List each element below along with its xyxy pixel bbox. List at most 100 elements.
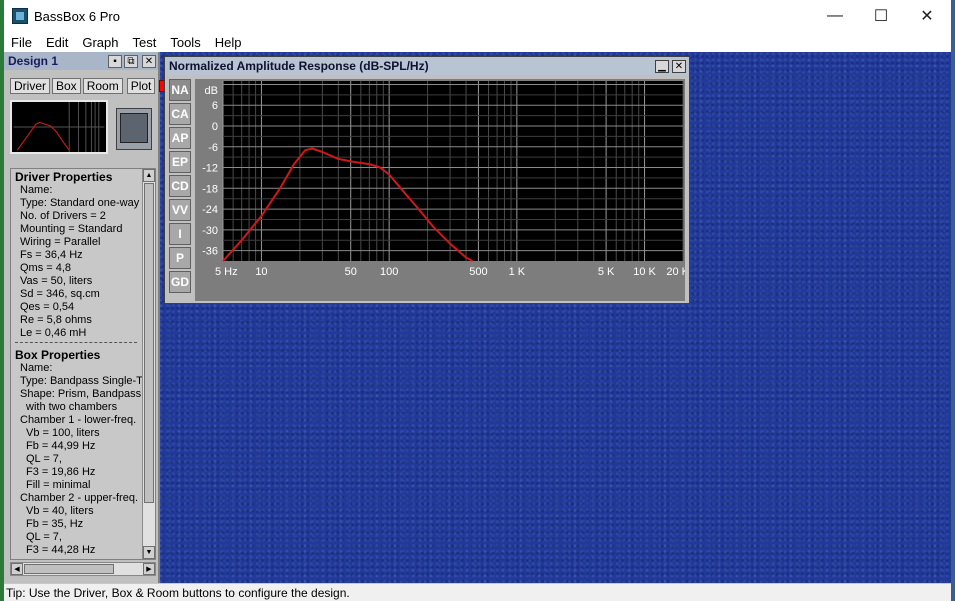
driver-properties-heading: Driver Properties [15,171,113,184]
window-title: BassBox 6 Pro [34,8,120,24]
x-tick-label: 50 [345,266,357,278]
properties-vertical-scrollbar[interactable]: ▲ ▼ [142,169,155,559]
workspace: Design 1 ▪ ⧉ ✕ Driver Box Room Plot Driv… [4,52,951,583]
menu-tools[interactable]: Tools [163,35,207,50]
graph-tab-ap[interactable]: AP [169,127,191,149]
box-property-line: Type: Bandpass Single-Tu [20,375,143,387]
x-tick-label: 5 Hz [215,266,238,278]
menu-bar: File Edit Graph Test Tools Help [4,32,951,52]
graph-tab-gd[interactable]: GD [169,271,191,293]
properties-horizontal-scrollbar[interactable]: ◀ ▶ [10,562,156,576]
x-tick-label: 10 K [633,266,656,278]
scroll-right-arrow-icon[interactable]: ▶ [143,563,155,575]
response-thumbnail[interactable] [10,100,108,154]
title-bar: BassBox 6 Pro — ☐ ✕ [4,0,951,32]
scroll-up-arrow-icon[interactable]: ▲ [143,169,155,182]
maximize-button[interactable]: ☐ [858,0,904,32]
driver-property-line: Name: [20,184,53,196]
graph-tab-vv[interactable]: VV [169,199,191,221]
box-icon[interactable] [116,108,152,150]
driver-property-line: Wiring = Parallel [20,236,101,248]
graph-tab-i[interactable]: I [169,223,191,245]
plot-button[interactable]: Plot [126,78,156,94]
driver-property-line: Mounting = Standard [20,223,123,235]
graph-minimize-icon[interactable]: ▁ [655,60,669,73]
y-tick-label: 6 [212,100,218,112]
graph-title: Normalized Amplitude Response (dB-SPL/Hz… [165,57,689,75]
menu-help[interactable]: Help [208,35,249,50]
x-tick-label: 20 K [666,266,685,278]
design-close-icon[interactable]: ✕ [142,55,156,68]
y-tick-label: 0 [212,121,218,133]
minimize-button[interactable]: — [812,0,858,32]
x-tick-label: 5 K [598,266,615,278]
graph-tab-p[interactable]: P [169,247,191,269]
driver-property-line: Vas = 50, liters [20,275,93,287]
box-property-line: Chamber 2 - upper-freq. [20,492,138,504]
x-tick-label: 1 K [509,266,526,278]
box-property-line: Fb = 35, Hz [26,518,84,530]
driver-property-line: Qms = 4,8 [20,262,72,274]
graph-window: Normalized Amplitude Response (dB-SPL/Hz… [164,56,690,304]
y-tick-label: -36 [202,246,218,258]
driver-property-line: No. of Drivers = 2 [20,210,106,222]
driver-property-line: Sd = 346, sq.cm [20,288,100,300]
graph-type-tabs: NA CA AP EP CD VV I P GD [169,79,193,295]
box-property-line: Vb = 100, liters [26,427,100,439]
x-tick-label: 500 [469,266,487,278]
box-property-line: F3 = 44,28 Hz [26,544,96,556]
desktop-edge-right [951,0,955,601]
design-tabs: Driver Box Room Plot [10,78,172,94]
box-property-line: F3 = 19,86 Hz [26,466,96,478]
box-property-line: Shape: Prism, Bandpass [20,388,142,400]
box-properties-heading: Box Properties [15,348,101,362]
y-tick-label: -18 [202,183,218,195]
menu-file[interactable]: File [4,35,39,50]
graph-tab-ca[interactable]: CA [169,103,191,125]
section-divider [15,342,137,343]
menu-test[interactable]: Test [126,35,164,50]
menu-edit[interactable]: Edit [39,35,75,50]
graph-tab-ep[interactable]: EP [169,151,191,173]
plot-area [223,81,683,261]
scroll-thumb[interactable] [144,183,154,503]
menu-graph[interactable]: Graph [75,35,125,50]
status-bar: Tip: Use the Driver, Box & Room buttons … [4,583,951,601]
room-button[interactable]: Room [82,78,123,94]
amplitude-response-chart: dB 6 0 -6 -12 -18 -24 -30 -36 5 Hz 10 50 100 500 1 K 5 … [195,79,685,301]
box-property-line: Name: [20,362,53,374]
box-property-line: Chamber 1 - lower-freq. [20,414,137,426]
close-button[interactable]: ✕ [904,0,950,32]
driver-property-line: Le = 0,46 mH [20,327,87,339]
design-panel: Design 1 ▪ ⧉ ✕ Driver Box Room Plot Driv… [4,52,172,583]
y-tick-label: -6 [208,142,218,154]
box-property-line: QL = 7, [26,453,62,465]
copy-icon[interactable]: ⧉ [124,55,138,68]
properties-list: Driver Properties Name: Type: Standard on… [15,171,143,557]
scroll-left-arrow-icon[interactable]: ◀ [11,563,23,575]
y-axis-label: dB [205,85,218,97]
scroll-down-arrow-icon[interactable]: ▼ [143,546,155,559]
box-property-line: Fill = minimal [26,479,91,491]
driver-property-line: Type: Standard one-way [20,197,140,209]
box-button[interactable]: Box [52,78,81,94]
properties-panel: Driver Properties Name: Type: Standard on… [10,168,156,560]
box-property-line: Fb = 44,99 Hz [26,440,96,452]
graph-tab-cd[interactable]: CD [169,175,191,197]
driver-button[interactable]: Driver [10,78,50,94]
graph-tab-na[interactable]: NA [169,79,191,101]
y-tick-label: -24 [202,204,218,216]
graph-close-icon[interactable]: ✕ [672,60,686,73]
x-tick-label: 100 [380,266,398,278]
y-tick-label: -12 [202,163,218,175]
y-tick-label: -30 [202,225,218,237]
box-property-line: with two chambers [26,401,118,413]
driver-property-line: Fs = 36,4 Hz [20,249,83,261]
driver-property-line: Qes = 0,54 [20,301,75,313]
save-icon[interactable]: ▪ [108,55,122,68]
box-property-line: Vb = 40, liters [26,505,94,517]
horizontal-scroll-thumb[interactable] [24,564,114,574]
driver-property-line: Re = 5,8 ohms [20,314,92,326]
app-icon [12,8,28,24]
box-property-line: QL = 7, [26,531,62,543]
